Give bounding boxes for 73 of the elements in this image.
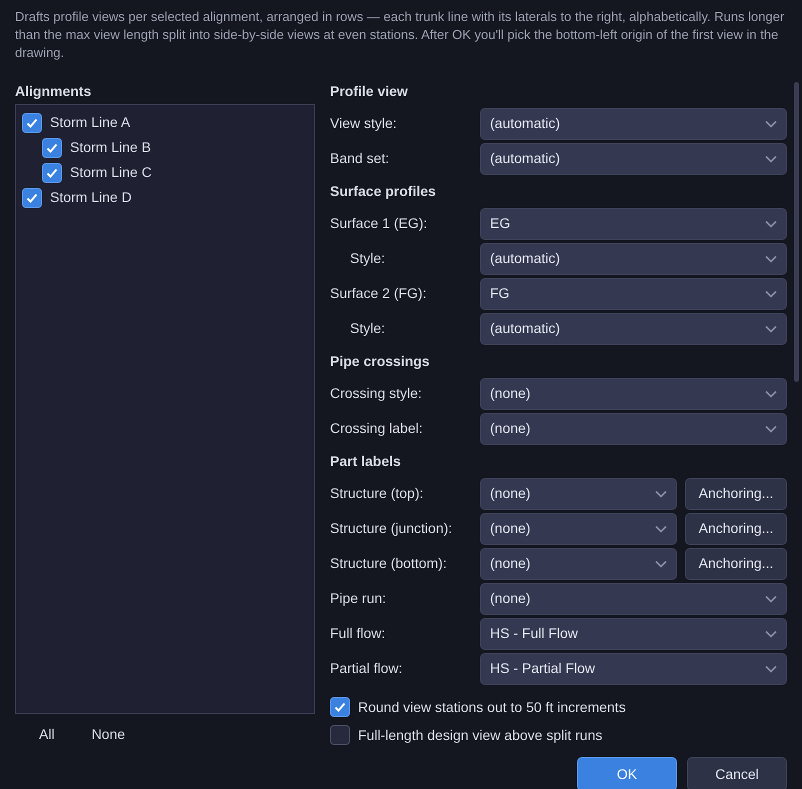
dropdown[interactable]: (automatic) <box>480 242 787 274</box>
field-label: Style: <box>349 249 386 268</box>
dropdown[interactable]: (none) <box>480 412 787 444</box>
section-heading: Part labels <box>330 452 402 470</box>
tree-item-label[interactable]: Storm Line D <box>50 187 132 208</box>
dropdown[interactable]: (automatic) <box>480 142 787 174</box>
chevron-down-icon <box>765 664 777 672</box>
ok-button[interactable]: OK <box>577 757 677 789</box>
dropdown[interactable]: FG <box>480 278 787 310</box>
scrollbar[interactable] <box>794 82 799 382</box>
field-label: Structure (junction): <box>330 519 454 538</box>
dropdown[interactable]: (none) <box>480 378 787 410</box>
checkbox[interactable] <box>22 112 42 132</box>
tree-item-label[interactable]: Storm Line A <box>50 112 130 133</box>
link[interactable]: None <box>92 724 126 745</box>
chevron-down-icon <box>765 630 777 638</box>
dropdown[interactable]: EG <box>480 208 787 240</box>
chevron-down-icon <box>765 424 777 432</box>
chevron-down-icon <box>765 594 777 602</box>
chevron-down-icon <box>765 390 777 398</box>
checkbox-label: Full-length design view above split runs <box>358 726 602 745</box>
field-label: Structure (top): <box>330 484 424 503</box>
anchoring-button[interactable]: Anchoring... <box>685 512 787 544</box>
anchoring-button[interactable]: Anchoring... <box>685 478 787 510</box>
checkbox[interactable] <box>22 188 42 208</box>
field-label: Crossing label: <box>330 419 424 438</box>
dropdown[interactable]: (none) <box>480 548 677 580</box>
field-label: Band set: <box>330 149 390 168</box>
tree-item-label[interactable]: Storm Line C <box>70 162 152 183</box>
section-heading: Pipe crossings <box>330 352 431 370</box>
chevron-down-icon <box>765 220 777 228</box>
field-label: Partial flow: <box>330 659 404 678</box>
checkbox[interactable] <box>42 138 62 158</box>
dropdown[interactable]: HS - Full Flow <box>480 618 787 650</box>
cancel-button[interactable]: Cancel <box>687 757 787 789</box>
field-label: View style: <box>330 114 398 133</box>
chevron-down-icon <box>765 324 777 332</box>
check-icon <box>26 118 38 128</box>
field-label: Pipe run: <box>330 589 388 608</box>
chevron-down-icon <box>655 524 667 532</box>
chevron-down-icon <box>655 490 667 498</box>
dropdown[interactable]: (automatic) <box>480 312 787 344</box>
section-heading: Profile view <box>330 82 409 100</box>
check-icon <box>334 702 346 712</box>
chevron-down-icon <box>765 120 777 128</box>
dropdown[interactable]: (none) <box>480 582 787 614</box>
link[interactable]: All <box>39 724 55 745</box>
field-label: Style: <box>349 319 386 338</box>
field-label: Crossing style: <box>330 384 423 403</box>
chevron-down-icon <box>765 254 777 262</box>
section-heading: Alignments <box>15 82 92 100</box>
field-label: Full flow: <box>330 624 386 643</box>
chevron-down-icon <box>765 154 777 162</box>
checkbox[interactable] <box>42 162 62 182</box>
checkbox[interactable] <box>330 697 350 717</box>
chevron-down-icon <box>655 560 667 568</box>
check-icon <box>26 192 38 202</box>
section-heading: Surface profiles <box>330 182 437 200</box>
checkbox-label: Round view stations out to 50 ft increments <box>358 698 626 716</box>
dropdown[interactable]: (none) <box>480 478 677 510</box>
dropdown[interactable]: (automatic) <box>480 108 787 140</box>
description-text: Drafts profile views per selected alignment, arranged in rows — each trunk line with its laterals to the right, alphabetically. Runs longer than the max view length split into side-by-side views at even stations. After OK you'll pick the bottom-left origin of the first view in the drawing. <box>15 8 786 62</box>
dropdown[interactable]: (none) <box>480 512 677 544</box>
chevron-down-icon <box>765 290 777 298</box>
anchoring-button[interactable]: Anchoring... <box>685 548 787 580</box>
field-label: Surface 1 (EG): <box>330 214 428 233</box>
dropdown[interactable]: HS - Partial Flow <box>480 652 787 684</box>
field-label: Surface 2 (FG): <box>330 284 428 303</box>
check-icon <box>46 142 58 152</box>
tree-item-label[interactable]: Storm Line B <box>70 137 151 158</box>
checkbox[interactable] <box>330 725 350 745</box>
field-label: Structure (bottom): <box>330 554 448 573</box>
check-icon <box>46 168 58 178</box>
